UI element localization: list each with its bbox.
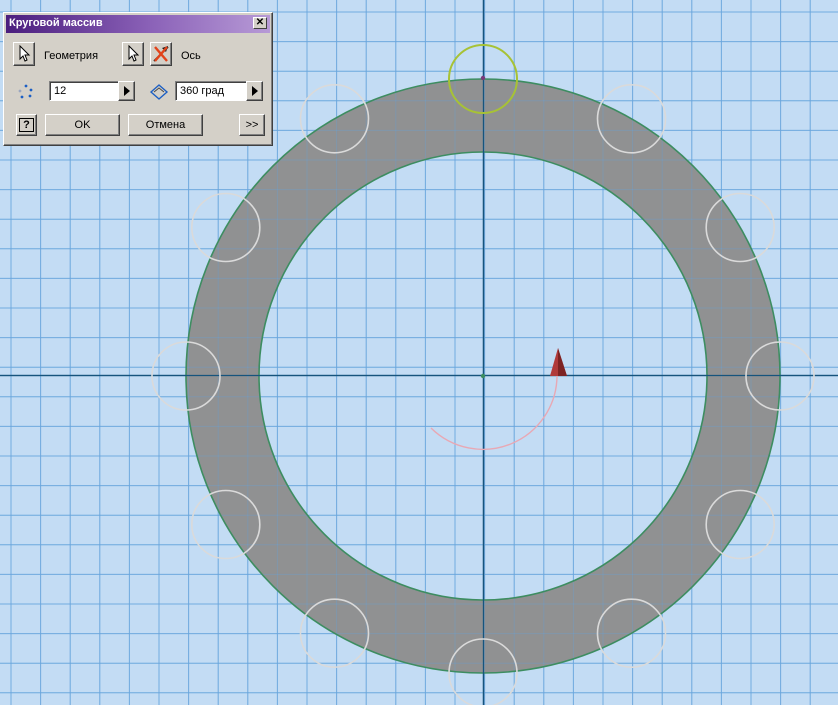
geometry-select-button[interactable]: [13, 42, 35, 66]
center-point: [480, 373, 486, 379]
cancel-label: Отмена: [145, 119, 186, 131]
close-button[interactable]: ✕: [253, 17, 267, 29]
help-icon: ?: [19, 118, 34, 132]
flip-direction-icon: [153, 46, 169, 62]
dialog-title-bar[interactable]: Круговой массив ✕: [6, 15, 270, 33]
axis-label: Ось: [181, 50, 201, 62]
angle-input[interactable]: 360 град: [175, 81, 247, 101]
pattern-count-icon: [18, 84, 33, 99]
dialog-title: Круговой массив: [9, 17, 103, 29]
geometry-label: Геометрия: [44, 50, 99, 62]
ok-button[interactable]: OK: [45, 114, 120, 136]
count-arrow-button[interactable]: [118, 81, 135, 101]
circular-pattern-dialog: Круговой массив ✕ Геометрия Ось 12 360 г…: [3, 12, 273, 146]
cursor-arrow-icon: [128, 44, 140, 62]
right-arrow-icon: [123, 86, 130, 96]
angle-icon: [149, 84, 169, 100]
count-value: 12: [54, 85, 67, 97]
axis-select-button[interactable]: [122, 42, 144, 66]
angle-arrow-button[interactable]: [246, 81, 263, 101]
count-input[interactable]: 12: [49, 81, 119, 101]
cancel-button[interactable]: Отмена: [128, 114, 203, 136]
selected-circle-center: [480, 75, 486, 81]
angle-value: 360 град: [180, 85, 225, 97]
right-arrow-icon: [251, 86, 258, 96]
help-button[interactable]: ?: [16, 114, 37, 136]
more-label: >>: [245, 119, 259, 131]
ok-label: OK: [74, 119, 91, 131]
cursor-arrow-icon: [19, 44, 31, 62]
more-options-button[interactable]: >>: [239, 114, 265, 136]
axis-flip-button[interactable]: [150, 42, 172, 66]
